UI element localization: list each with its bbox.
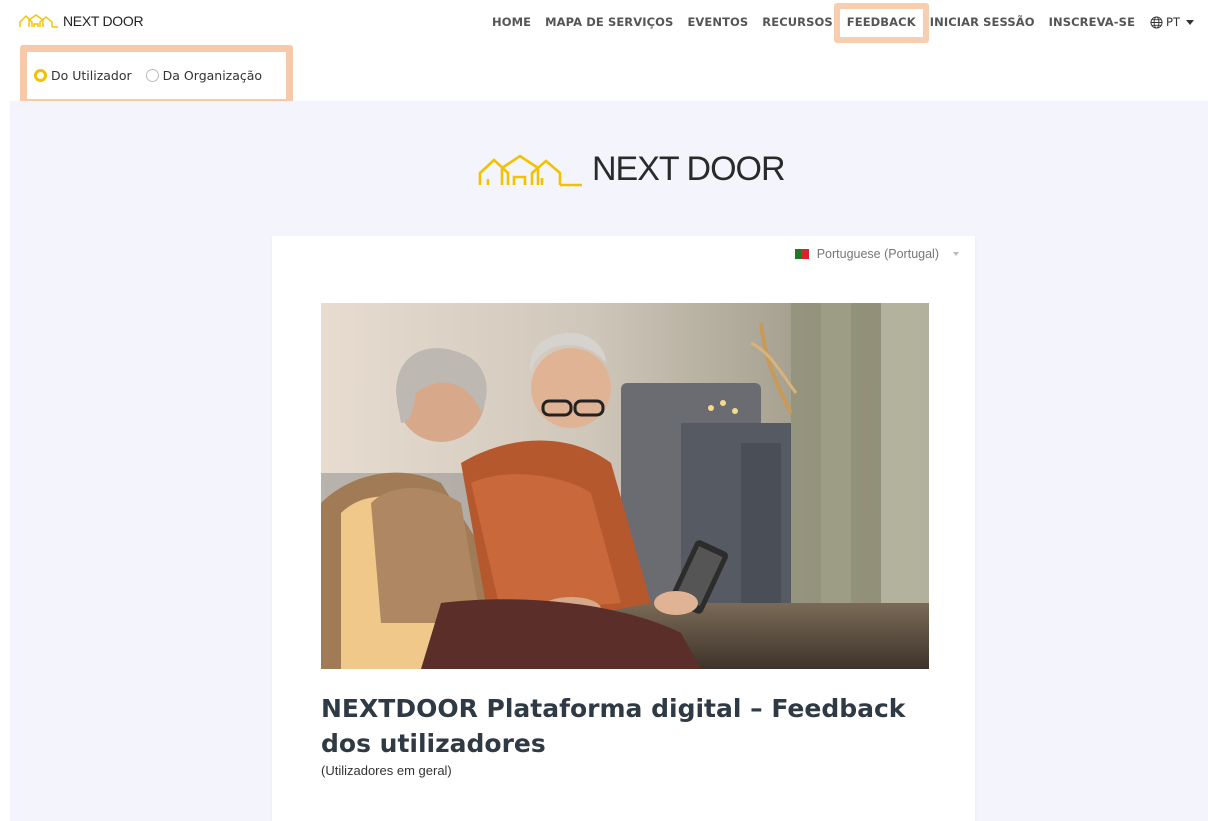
nav-login[interactable]: INICIAR SESSÃO — [923, 15, 1042, 29]
feedback-form-card: Portuguese (Portugal) NEXTDOOR Plataform… — [272, 236, 975, 821]
nav-feedback[interactable]: FEEDBACK — [833, 3, 929, 43]
nav-home[interactable]: HOME — [485, 15, 538, 29]
hero-logo: NEXT DOOR — [478, 150, 786, 189]
feedback-type-selector: Do Utilizador Da Organização — [20, 45, 293, 106]
chevron-down-icon — [1186, 19, 1194, 25]
radio-user-label: Do Utilizador — [51, 68, 132, 83]
brand-logo[interactable]: NEXT DOOR — [19, 13, 144, 29]
hero-logo-text: NEXT DOOR — [592, 150, 786, 188]
form-subtitle: (Utilizadores em geral) — [321, 763, 452, 778]
brand-name: NEXT DOOR — [63, 13, 144, 29]
houses-logo-icon — [19, 14, 58, 28]
language-code: PT — [1166, 15, 1180, 29]
form-title: NEXTDOOR Plataforma digital – Feedback d… — [321, 694, 906, 758]
nav-service-map[interactable]: MAPA DE SERVIÇOS — [538, 15, 680, 29]
elderly-couple-photo — [321, 303, 929, 669]
chevron-down-icon — [953, 252, 959, 256]
radio-unchecked-icon[interactable] — [145, 69, 159, 82]
globe-icon — [1150, 15, 1163, 29]
nav-signup[interactable]: INSCREVA-SE — [1042, 15, 1142, 29]
language-dropdown[interactable]: PT — [1142, 15, 1194, 29]
houses-logo-icon — [478, 153, 582, 186]
nav-resources[interactable]: RECURSOS — [755, 15, 840, 29]
radio-organization-label: Da Organização — [162, 68, 263, 83]
nav-events[interactable]: EVENTOS — [680, 15, 755, 29]
portugal-flag-icon — [794, 249, 809, 259]
form-language-select[interactable]: Portuguese (Portugal) — [794, 247, 959, 261]
radio-organization[interactable]: Da Organização — [145, 68, 263, 83]
radio-checked-icon[interactable] — [34, 69, 47, 82]
main-nav: HOME MAPA DE SERVIÇOS EVENTOS RECURSOS F… — [485, 3, 1194, 43]
hero-photo — [321, 303, 929, 669]
form-language-label: Portuguese (Portugal) — [816, 247, 939, 261]
top-navbar: NEXT DOOR HOME MAPA DE SERVIÇOS EVENTOS … — [0, 0, 1208, 46]
radio-user[interactable]: Do Utilizador — [34, 68, 132, 83]
